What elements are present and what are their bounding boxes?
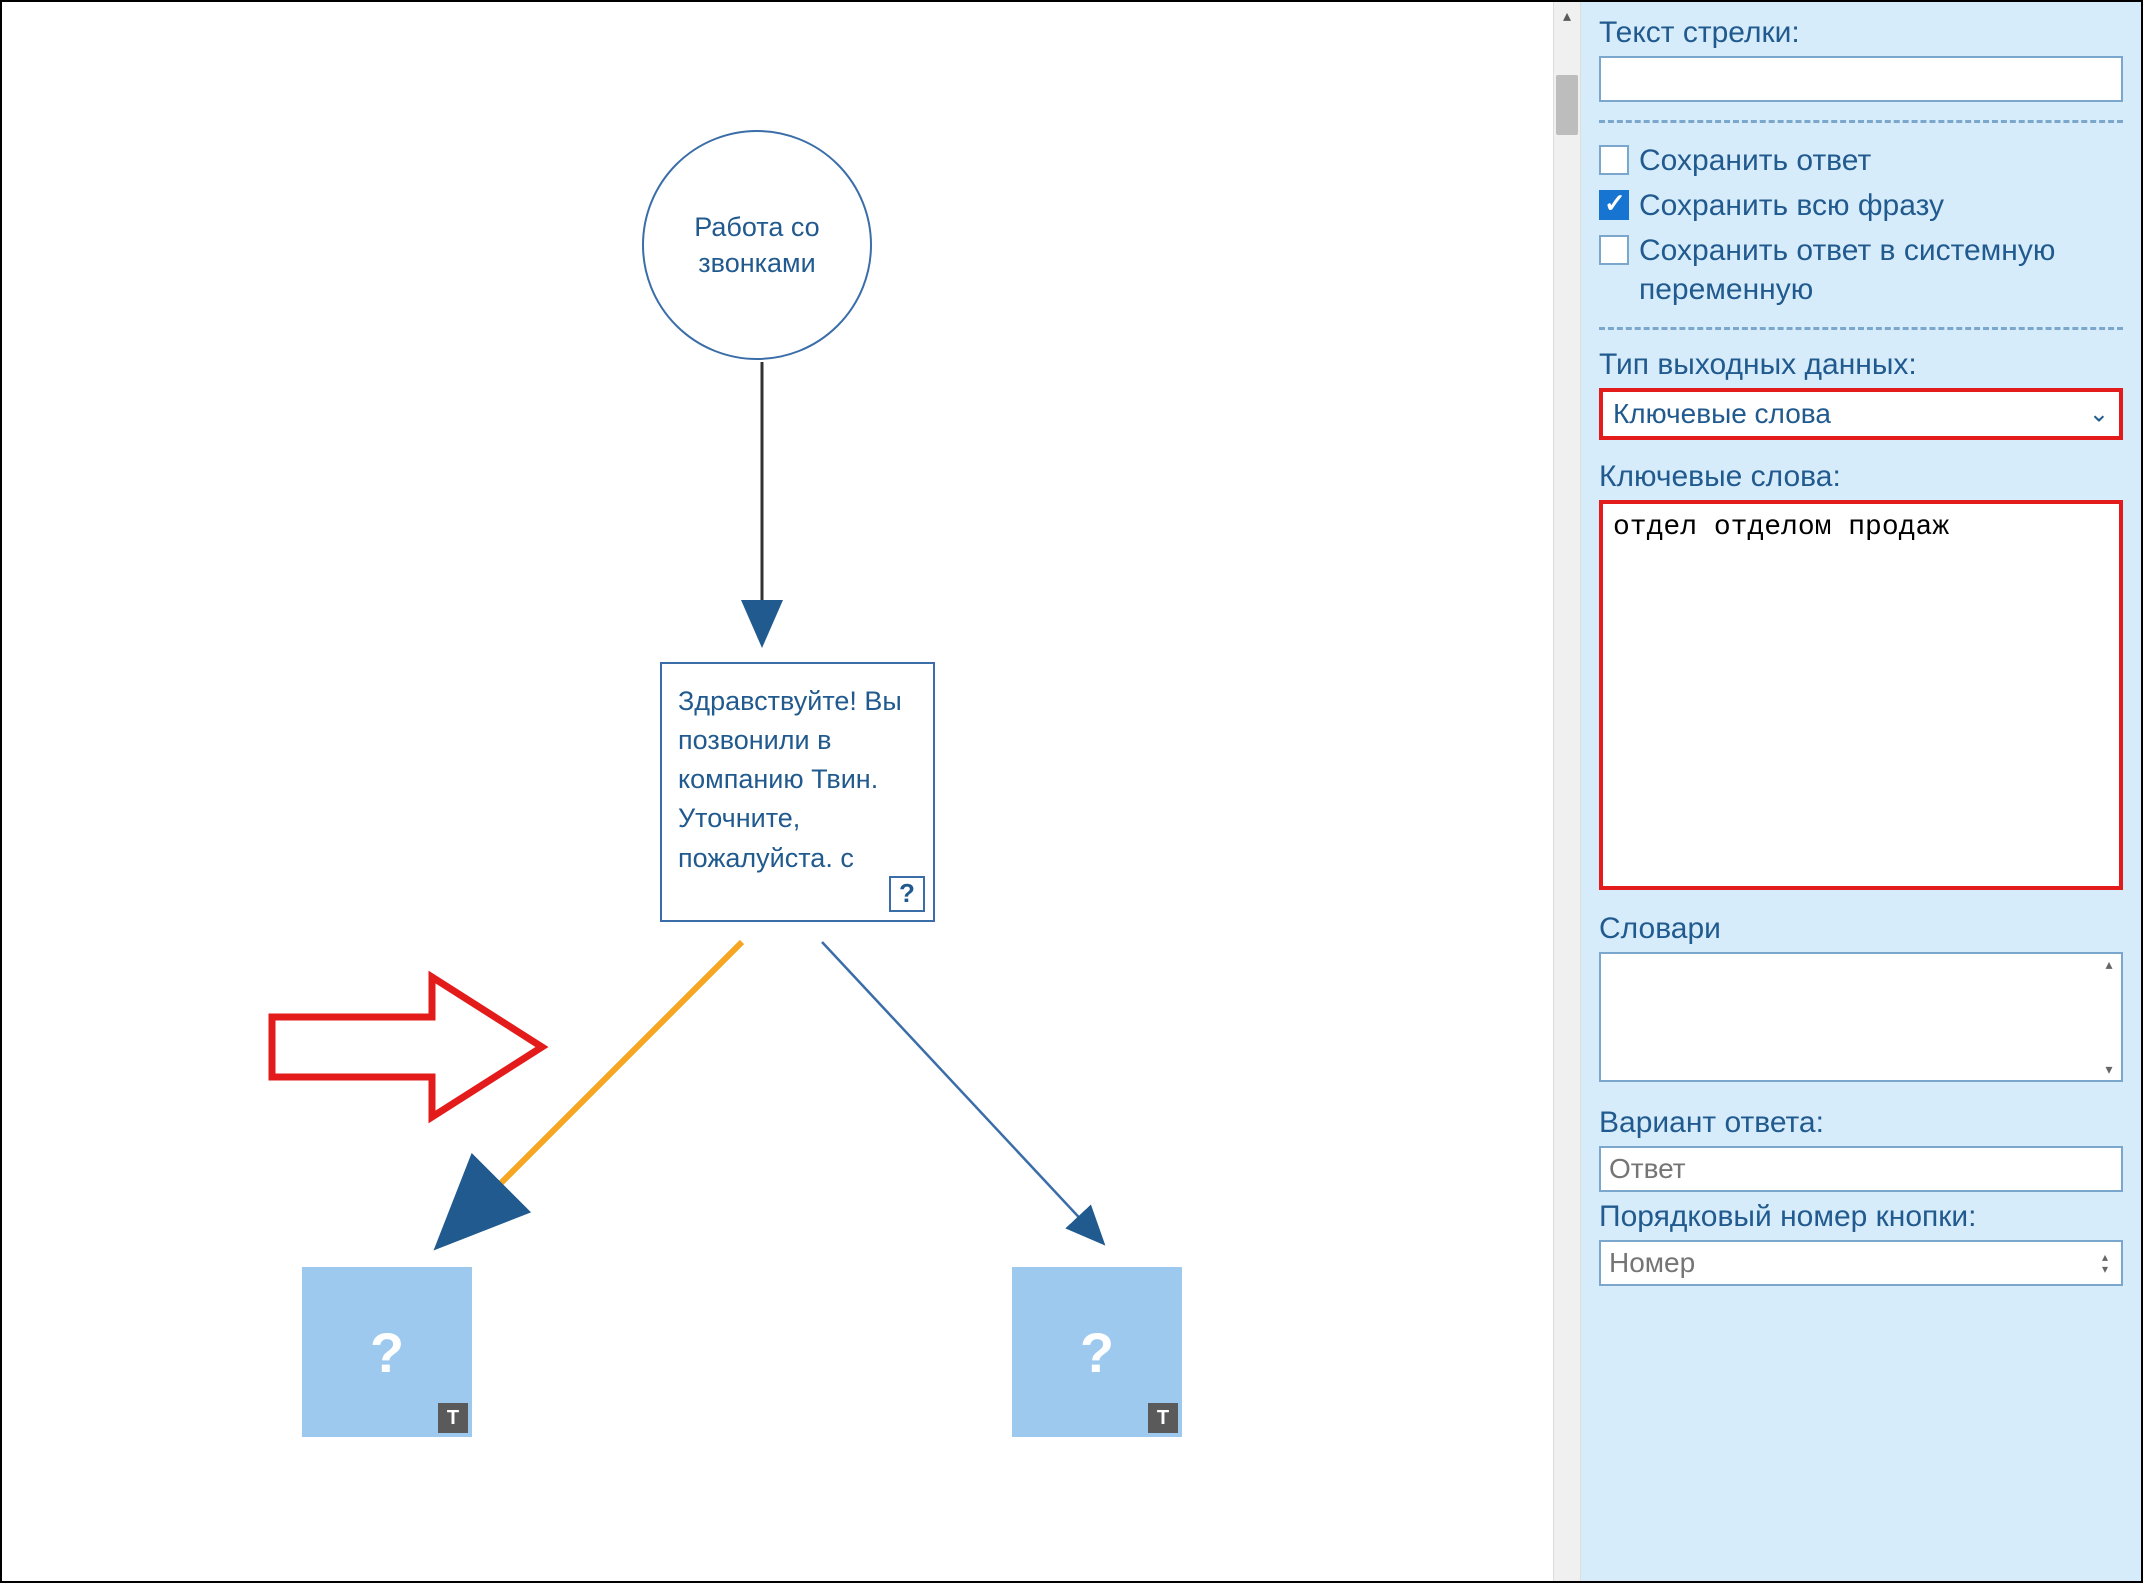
number-stepper-icon[interactable]: ▴▾ — [2093, 1246, 2117, 1280]
save-sysvar-label: Сохранить ответ в системную переменную — [1639, 231, 2123, 309]
button-index-input[interactable] — [1599, 1240, 2123, 1286]
answer-variant-label: Вариант ответа: — [1599, 1106, 2123, 1140]
separator — [1599, 327, 2123, 330]
question-icon: ? — [370, 1320, 404, 1385]
start-node[interactable]: Работа со звонками — [642, 130, 872, 360]
arrow-text-label: Текст стрелки: — [1599, 16, 2123, 50]
t-badge-icon: T — [1148, 1403, 1178, 1433]
t-badge-icon: T — [438, 1403, 468, 1433]
arrow-text-input[interactable] — [1599, 56, 2123, 102]
save-phrase-checkbox[interactable] — [1599, 190, 1629, 220]
chevron-down-icon: ▾ — [2105, 1061, 2112, 1078]
question-icon: ? — [889, 876, 925, 912]
dictionaries-input[interactable]: ▴ ▾ — [1599, 952, 2123, 1082]
separator — [1599, 120, 2123, 123]
message-node[interactable]: Здравствуйте! Вы позвонили в компанию Тв… — [660, 662, 935, 922]
scroll-up-icon[interactable]: ▴ — [1554, 2, 1580, 30]
output-type-label: Тип выходных данных: — [1599, 348, 2123, 382]
answer-variant-input[interactable] — [1599, 1146, 2123, 1192]
save-sysvar-row[interactable]: Сохранить ответ в системную переменную — [1599, 231, 2123, 309]
keywords-input[interactable] — [1599, 500, 2123, 890]
button-index-label: Порядковый номер кнопки: — [1599, 1200, 2123, 1234]
question-icon: ? — [1080, 1320, 1114, 1385]
save-answer-label: Сохранить ответ — [1639, 141, 1871, 180]
output-type-select[interactable]: Ключевые слова ⌄ — [1599, 388, 2123, 440]
output-type-value: Ключевые слова — [1613, 398, 1831, 430]
annotation-arrow — [272, 977, 542, 1117]
save-answer-row[interactable]: Сохранить ответ — [1599, 141, 2123, 180]
action-node-right[interactable]: ? T — [1012, 1267, 1182, 1437]
keywords-label: Ключевые слова: — [1599, 460, 2123, 494]
inner-scrollbar[interactable]: ▴ ▾ — [2099, 956, 2119, 1078]
app-frame: Работа со звонками Здравствуйте! Вы позв… — [0, 0, 2143, 1583]
scroll-thumb[interactable] — [1556, 75, 1578, 135]
save-answer-checkbox[interactable] — [1599, 145, 1629, 175]
scrollbar[interactable]: ▴ — [1553, 2, 1581, 1581]
save-sysvar-checkbox[interactable] — [1599, 235, 1629, 265]
flow-canvas[interactable]: Работа со звонками Здравствуйте! Вы позв… — [2, 2, 1553, 1581]
dictionaries-label: Словари — [1599, 912, 2123, 946]
properties-panel: Текст стрелки: Сохранить ответ Сохранить… — [1581, 2, 2141, 1581]
action-node-left[interactable]: ? T — [302, 1267, 472, 1437]
save-phrase-label: Сохранить всю фразу — [1639, 186, 1944, 225]
save-phrase-row[interactable]: Сохранить всю фразу — [1599, 186, 2123, 225]
chevron-up-icon: ▴ — [2105, 956, 2112, 973]
start-node-label: Работа со звонками — [644, 209, 870, 282]
message-node-text: Здравствуйте! Вы позвонили в компанию Тв… — [678, 686, 902, 873]
chevron-down-icon: ⌄ — [2089, 400, 2109, 429]
